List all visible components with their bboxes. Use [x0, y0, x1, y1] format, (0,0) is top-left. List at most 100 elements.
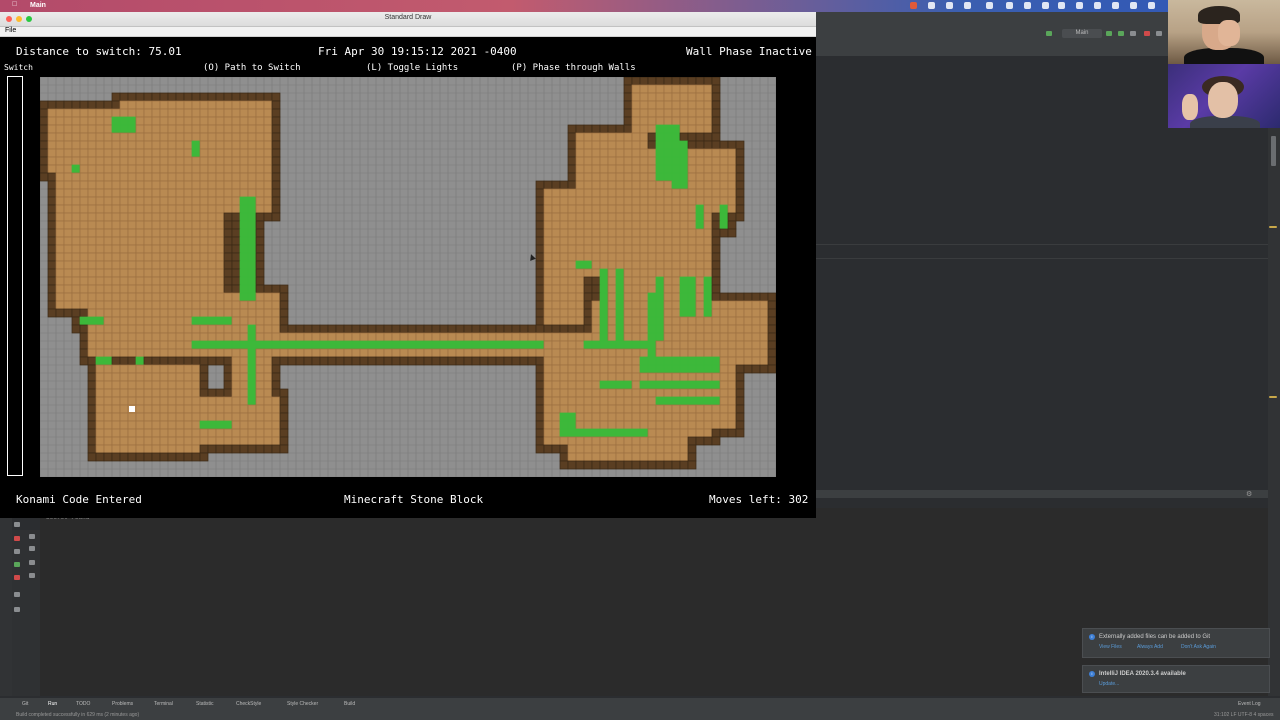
wall-tile: [647, 76, 657, 86]
tab-run[interactable]: Run: [48, 701, 57, 707]
wifi-icon[interactable]: [1112, 2, 1119, 9]
trash-icon[interactable]: [29, 573, 35, 578]
tab-style-checker[interactable]: Style Checker: [287, 701, 318, 707]
wall-tile: [719, 428, 729, 438]
floor-tile: [191, 124, 201, 134]
wall-tile: [87, 404, 97, 414]
status-icon[interactable]: [1024, 2, 1031, 9]
print-icon[interactable]: [29, 560, 35, 565]
floor-tile: [687, 388, 697, 398]
debug-icon[interactable]: [1118, 31, 1124, 36]
participant-body: [1184, 48, 1264, 64]
path-tile: [239, 204, 249, 214]
marker-icon[interactable]: [1269, 226, 1277, 228]
floor-tile: [111, 148, 121, 158]
restore-icon[interactable]: [14, 562, 20, 567]
wrap-icon[interactable]: [29, 534, 35, 539]
gradle-icon[interactable]: [1271, 136, 1276, 166]
apple-icon[interactable]: : [12, 1, 17, 8]
editor-divider: [816, 258, 1268, 259]
floor-tile: [79, 220, 89, 230]
floor-tile: [687, 228, 697, 238]
path-tile: [647, 308, 657, 318]
tab-statistic[interactable]: Statistic: [196, 701, 214, 707]
stop-icon[interactable]: [1144, 31, 1150, 36]
floor-tile: [671, 332, 681, 342]
floor-tile: [607, 164, 617, 174]
floor-tile: [239, 412, 249, 422]
path-tile: [335, 340, 345, 350]
tab-build[interactable]: Build: [344, 701, 355, 707]
view-files-link[interactable]: View Files: [1099, 644, 1122, 650]
event-log-button[interactable]: Event Log: [1238, 701, 1261, 707]
update-link[interactable]: Update...: [1099, 681, 1119, 687]
status-icon[interactable]: [1094, 2, 1101, 9]
coverage-icon[interactable]: [1130, 31, 1136, 36]
status-icon[interactable]: [986, 2, 993, 9]
app-menu-name[interactable]: Main: [30, 2, 46, 9]
wrench-icon[interactable]: [14, 522, 20, 527]
floor-tile: [183, 332, 193, 342]
floor-tile: [591, 324, 601, 334]
hammer-icon[interactable]: [1046, 31, 1052, 36]
always-add-link[interactable]: Always Add: [1137, 644, 1163, 650]
floor-tile: [199, 308, 209, 318]
floor-tile: [143, 244, 153, 254]
wall-tile: [79, 332, 89, 342]
branch-selector[interactable]: Main: [1062, 29, 1102, 38]
floor-tile: [191, 132, 201, 142]
status-icon[interactable]: [1058, 2, 1065, 9]
floor-tile: [607, 308, 617, 318]
marker-icon[interactable]: [1269, 396, 1277, 398]
window-titlebar[interactable]: Standard Draw: [0, 12, 816, 27]
wall-tile: [559, 452, 569, 462]
floor-tile: [183, 252, 193, 262]
tab-checkstyle[interactable]: CheckStyle: [236, 701, 261, 707]
layout-icon[interactable]: [14, 592, 20, 597]
floor-tile: [183, 220, 193, 230]
wall-tile: [271, 164, 281, 174]
floor-tile: [119, 180, 129, 190]
floor-tile: [47, 124, 57, 134]
tab-terminal[interactable]: Terminal: [154, 701, 173, 707]
status-icon[interactable]: [928, 2, 935, 9]
tab-todo[interactable]: TODO: [76, 701, 90, 707]
wall-tile: [87, 452, 97, 462]
path-tile: [599, 268, 609, 278]
floor-tile: [599, 148, 609, 158]
stop-icon[interactable]: [14, 536, 20, 541]
scroll-icon[interactable]: [29, 546, 35, 551]
tab-problems[interactable]: Problems: [112, 701, 133, 707]
run-icon[interactable]: [1106, 31, 1112, 36]
status-icon[interactable]: [964, 2, 971, 9]
wall-tile: [255, 276, 265, 286]
path-tile: [135, 356, 145, 366]
wall-tile: [623, 460, 633, 470]
status-icon[interactable]: [1076, 2, 1083, 9]
floor-tile: [631, 284, 641, 294]
game-canvas[interactable]: Distance to switch: 75.01 Fri Apr 30 19:…: [0, 37, 816, 518]
floor-tile: [711, 348, 721, 358]
dont-ask-again-link[interactable]: Don't Ask Again: [1181, 644, 1216, 650]
exit-icon[interactable]: [14, 575, 20, 580]
notification-git[interactable]: i Externally added files can be added to…: [1082, 628, 1270, 658]
current-datetime: Fri Apr 30 19:15:12 2021 -0400: [318, 45, 517, 58]
pin-icon[interactable]: [14, 607, 20, 612]
notification-update[interactable]: i IntelliJ IDEA 2020.3.4 available Updat…: [1082, 665, 1270, 693]
floor-tile: [703, 108, 713, 118]
status-icon[interactable]: [1042, 2, 1049, 9]
floor-tile: [639, 284, 649, 294]
menu-file[interactable]: File: [5, 27, 16, 34]
camera-icon[interactable]: [14, 549, 20, 554]
tab-git[interactable]: Git: [22, 701, 28, 707]
status-icon[interactable]: [946, 2, 953, 9]
git-icon[interactable]: [1156, 31, 1162, 36]
status-icon[interactable]: [910, 2, 917, 9]
wall-tile: [87, 420, 97, 430]
floor-tile: [647, 388, 657, 398]
volume-icon[interactable]: [1130, 2, 1137, 9]
floor-tile: [127, 364, 137, 374]
search-icon[interactable]: [1148, 2, 1155, 9]
status-icon[interactable]: [1006, 2, 1013, 9]
gear-icon[interactable]: ⚙: [1246, 490, 1252, 498]
